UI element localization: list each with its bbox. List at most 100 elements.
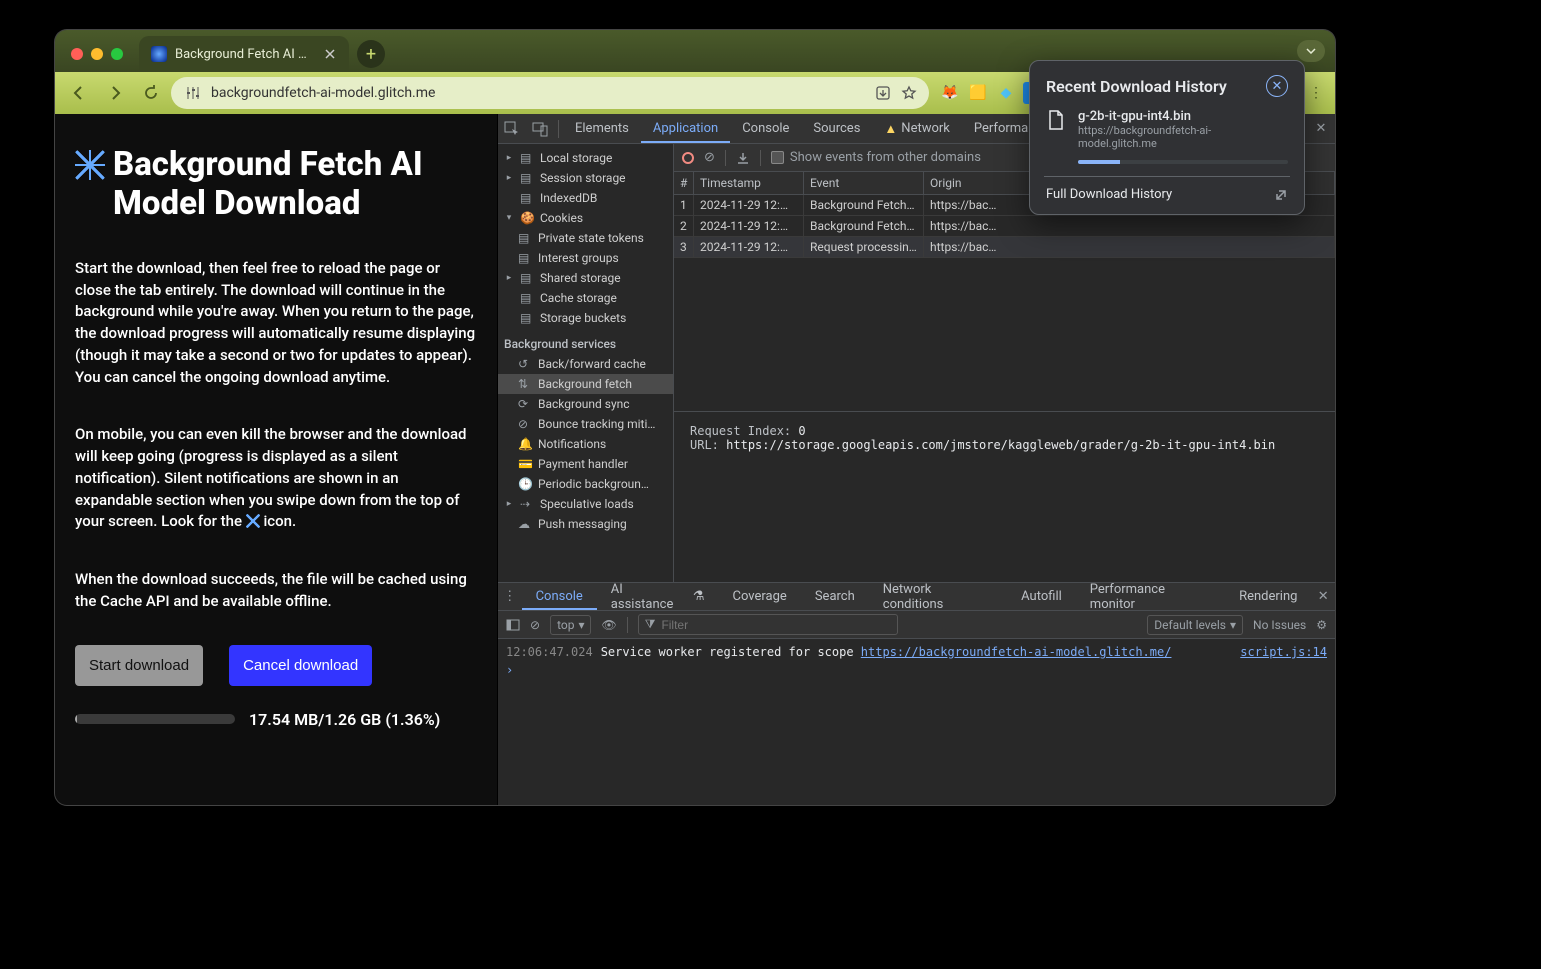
console-drawer: ⋮ Console AI assistance ⚗ Coverage Searc… bbox=[498, 583, 1335, 805]
minimize-window-icon[interactable] bbox=[91, 48, 103, 60]
col-num[interactable]: # bbox=[674, 172, 694, 194]
full-download-history-link[interactable]: Full Download History bbox=[1046, 187, 1288, 202]
page-paragraph-2: On mobile, you can even kill the browser… bbox=[75, 424, 479, 533]
chevron-down-icon: ▾ bbox=[1230, 618, 1236, 632]
file-icon bbox=[1046, 109, 1068, 131]
window-traffic-lights[interactable] bbox=[71, 48, 123, 60]
url-text: backgroundfetch-ai-model.glitch.me bbox=[211, 85, 867, 101]
start-download-button[interactable]: Start download bbox=[75, 645, 203, 686]
browser-window: Background Fetch AI Model D + background… bbox=[55, 30, 1335, 805]
tab-application[interactable]: Application bbox=[641, 114, 730, 143]
console-levels-selector[interactable]: Default levels ▾ bbox=[1147, 615, 1243, 635]
close-tab-icon[interactable] bbox=[323, 47, 337, 61]
install-app-icon[interactable] bbox=[875, 85, 891, 101]
console-sidebar-toggle-icon[interactable] bbox=[506, 618, 520, 632]
address-bar[interactable]: backgroundfetch-ai-model.glitch.me bbox=[171, 77, 929, 109]
reload-button[interactable] bbox=[135, 77, 167, 109]
tab-sources[interactable]: Sources bbox=[801, 114, 872, 143]
console-issues[interactable]: No Issues bbox=[1253, 618, 1306, 632]
console-prompt-icon[interactable]: › bbox=[506, 661, 513, 679]
cancel-download-button[interactable]: Cancel download bbox=[229, 645, 372, 686]
console-msg: Service worker registered for scope bbox=[601, 645, 861, 659]
tree-interest-groups[interactable]: Interest groups bbox=[538, 251, 619, 265]
button-row: Start download Cancel download bbox=[75, 645, 479, 686]
req-index-value: 0 bbox=[798, 424, 805, 438]
drawer-more-icon[interactable]: ⋮ bbox=[498, 589, 522, 604]
col-event[interactable]: Event bbox=[804, 172, 924, 194]
console-filter-input[interactable] bbox=[661, 618, 890, 632]
save-icon[interactable] bbox=[736, 151, 750, 165]
application-tree[interactable]: ▸▤Local storage ▸▤Session storage ▤Index… bbox=[498, 144, 674, 582]
browser-menu-icon[interactable]: ⋮ bbox=[1305, 82, 1327, 104]
tree-cookies[interactable]: Cookies bbox=[540, 211, 583, 225]
col-timestamp[interactable]: Timestamp bbox=[694, 172, 804, 194]
console-body[interactable]: 12:06:47.024 Service worker registered f… bbox=[498, 639, 1335, 805]
tree-bg-sync[interactable]: Background sync bbox=[538, 397, 630, 411]
site-settings-icon[interactable] bbox=[183, 83, 203, 103]
drawer-tab-netcond[interactable]: Network conditions bbox=[869, 583, 1007, 610]
tree-private-state[interactable]: Private state tokens bbox=[538, 231, 644, 245]
drawer-tab-ai[interactable]: AI assistance ⚗ bbox=[597, 583, 719, 610]
drawer-close-icon[interactable]: ✕ bbox=[1311, 589, 1335, 604]
record-icon[interactable] bbox=[682, 152, 694, 164]
tree-cache-storage[interactable]: Cache storage bbox=[540, 291, 617, 305]
tree-shared-storage[interactable]: Shared storage bbox=[540, 271, 621, 285]
url-value: https://storage.googleapis.com/jmstore/k… bbox=[726, 438, 1275, 452]
browser-tab[interactable]: Background Fetch AI Model D bbox=[139, 36, 349, 72]
drawer-tab-console[interactable]: Console bbox=[522, 583, 597, 610]
ext-icon-1[interactable]: 🦊 bbox=[939, 82, 961, 104]
tree-bg-fetch[interactable]: Background fetch bbox=[538, 377, 632, 391]
console-context-selector[interactable]: top ▾ bbox=[550, 615, 591, 635]
maximize-window-icon[interactable] bbox=[111, 48, 123, 60]
close-window-icon[interactable] bbox=[71, 48, 83, 60]
forward-button[interactable] bbox=[99, 77, 131, 109]
download-popup-close-icon[interactable]: ✕ bbox=[1266, 75, 1288, 97]
download-item[interactable]: g-2b-it-gpu-int4.bin https://backgroundf… bbox=[1046, 109, 1288, 150]
device-toggle-icon[interactable] bbox=[526, 115, 554, 143]
bookmark-icon[interactable] bbox=[901, 85, 917, 101]
download-progress-bar bbox=[1078, 160, 1288, 164]
console-link[interactable]: https://backgroundfetch-ai-model.glitch.… bbox=[861, 645, 1172, 659]
tree-payment[interactable]: Payment handler bbox=[538, 457, 628, 471]
tree-session-storage[interactable]: Session storage bbox=[540, 171, 626, 185]
back-button[interactable] bbox=[63, 77, 95, 109]
console-settings-icon[interactable]: ⚙ bbox=[1316, 618, 1327, 632]
tree-push[interactable]: Push messaging bbox=[538, 517, 627, 531]
console-live-expr-icon[interactable]: 👁 bbox=[601, 618, 616, 632]
devtools-close-icon[interactable]: ✕ bbox=[1307, 115, 1335, 143]
tree-storage-buckets[interactable]: Storage buckets bbox=[540, 311, 626, 325]
page-paragraph-3: When the download succeeds, the file wil… bbox=[75, 569, 479, 613]
page-paragraph-1: Start the download, then feel free to re… bbox=[75, 258, 479, 389]
ext-icon-2[interactable]: 🟨 bbox=[967, 82, 989, 104]
console-source-link[interactable]: script.js:14 bbox=[1240, 643, 1327, 661]
drawer-tab-rendering[interactable]: Rendering bbox=[1225, 583, 1311, 610]
tree-notifications[interactable]: Notifications bbox=[538, 437, 606, 451]
table-row[interactable]: 2 2024-11-29 12:… Background Fetch … htt… bbox=[674, 216, 1335, 237]
drawer-tab-perfmon[interactable]: Performance monitor bbox=[1076, 583, 1225, 610]
console-clear-icon[interactable]: ⊘ bbox=[530, 618, 540, 632]
tab-network[interactable]: ▲Network bbox=[872, 114, 961, 143]
tree-speculative[interactable]: Speculative loads bbox=[540, 497, 634, 511]
tree-local-storage[interactable]: Local storage bbox=[540, 151, 612, 165]
clear-icon[interactable]: ⊘ bbox=[704, 150, 715, 165]
tree-bf-cache[interactable]: Back/forward cache bbox=[538, 357, 646, 371]
tab-console[interactable]: Console bbox=[730, 114, 801, 143]
drawer-tab-autofill[interactable]: Autofill bbox=[1007, 583, 1076, 610]
sparkle-icon bbox=[75, 150, 105, 180]
drawer-tab-coverage[interactable]: Coverage bbox=[719, 583, 801, 610]
tab-elements[interactable]: Elements bbox=[563, 114, 641, 143]
console-toolbar: ⊘ top ▾ 👁 ⧩ Default levels ▾ bbox=[498, 611, 1335, 639]
new-tab-button[interactable]: + bbox=[357, 40, 385, 68]
drawer-tab-search[interactable]: Search bbox=[801, 583, 869, 610]
table-row[interactable]: 3 2024-11-29 12:… Request processin… htt… bbox=[674, 237, 1335, 258]
download-history-popup: Recent Download History ✕ g-2b-it-gpu-in… bbox=[1029, 60, 1305, 215]
inspect-element-icon[interactable] bbox=[498, 115, 526, 143]
tree-bounce[interactable]: Bounce tracking miti… bbox=[538, 417, 655, 431]
ext-icon-3[interactable]: ◆ bbox=[995, 82, 1017, 104]
page-title-text: Background Fetch AI Model Download bbox=[113, 146, 479, 224]
tree-indexeddb[interactable]: IndexedDB bbox=[540, 191, 597, 205]
tree-periodic[interactable]: Periodic backgroun… bbox=[538, 477, 649, 491]
console-filter[interactable]: ⧩ bbox=[638, 614, 898, 635]
show-other-domains-checkbox[interactable]: Show events from other domains bbox=[771, 150, 981, 165]
tab-overflow-button[interactable] bbox=[1297, 40, 1325, 62]
